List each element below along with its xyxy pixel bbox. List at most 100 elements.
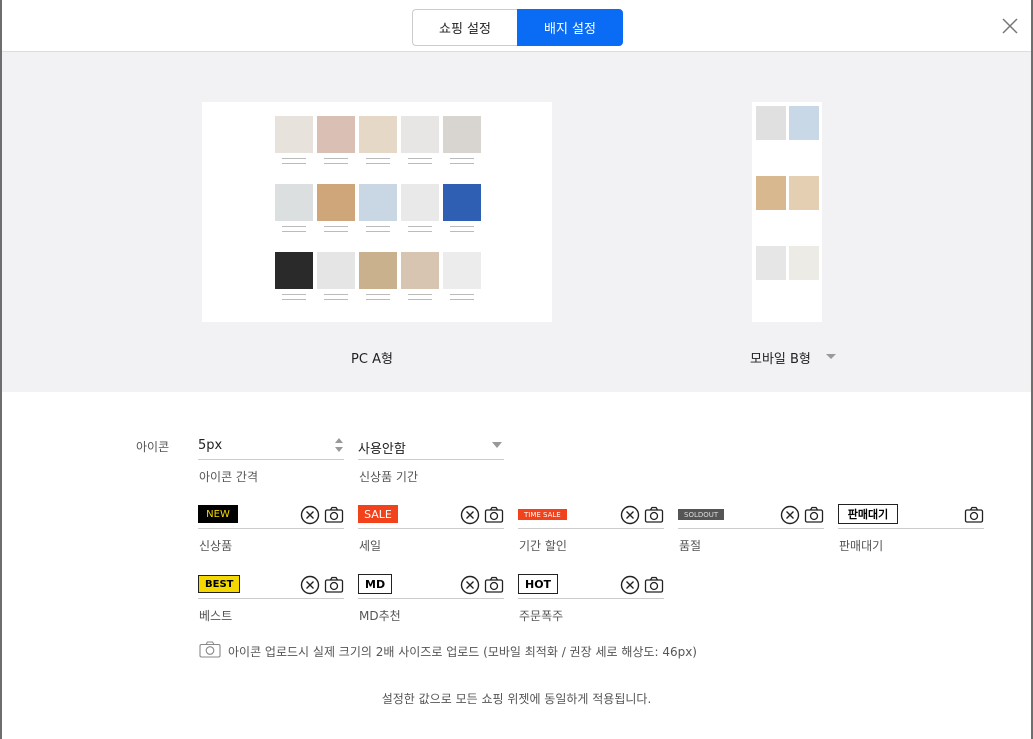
md-badge: MD (358, 574, 393, 594)
camera-icon[interactable] (324, 505, 344, 525)
soldout-badge: SOLDOUT (678, 509, 725, 520)
product-caption-line (450, 231, 474, 232)
product-thumbnail (359, 184, 397, 221)
product-thumbnail (789, 246, 819, 280)
product-caption-line (366, 226, 390, 227)
md-badge-field: MD (358, 569, 504, 599)
tab-shopping-settings[interactable]: 쇼핑 설정 (412, 9, 517, 46)
icon-spacing-caption: 아이콘 간격 (199, 470, 259, 484)
time-sale-badge-field: TIME SALE (518, 499, 664, 529)
chevron-down-icon[interactable] (826, 354, 836, 359)
remove-badge-icon[interactable] (300, 505, 320, 525)
product-thumbnail (359, 252, 397, 289)
new-badge-caption: 신상품 (199, 539, 233, 553)
product-thumbnail (789, 106, 819, 140)
stepper-arrows-icon[interactable] (334, 436, 344, 454)
product-thumbnail (317, 184, 355, 221)
camera-icon[interactable] (964, 505, 984, 525)
sale-badge-field: SALE (358, 499, 504, 529)
tab-group: 쇼핑 설정 배지 설정 (412, 9, 623, 46)
icon-row-label: 아이콘 (136, 440, 170, 454)
product-thumbnail (317, 252, 355, 289)
product-caption-line (324, 299, 348, 300)
product-caption-line (450, 299, 474, 300)
remove-badge-icon[interactable] (620, 575, 640, 595)
remove-badge-icon[interactable] (300, 575, 320, 595)
time-sale-badge-caption: 기간 할인 (519, 539, 567, 553)
hot-badge: HOT (518, 574, 559, 594)
sale-badge-caption: 세일 (359, 539, 382, 553)
remove-badge-icon[interactable] (460, 575, 480, 595)
product-thumbnail (756, 246, 786, 280)
soldout-badge-caption: 품절 (679, 539, 702, 553)
remove-badge-icon[interactable] (780, 505, 800, 525)
product-caption-line (366, 294, 390, 295)
hot-badge-field: HOT (518, 569, 664, 599)
camera-icon[interactable] (324, 575, 344, 595)
product-thumbnail (756, 106, 786, 140)
product-caption-line (282, 163, 306, 164)
product-thumbnail (401, 184, 439, 221)
product-caption-line (282, 294, 306, 295)
product-caption-line (324, 226, 348, 227)
product-thumbnail (275, 252, 313, 289)
waiting-badge: 판매대기 (838, 504, 898, 524)
camera-icon[interactable] (644, 575, 664, 595)
product-thumbnail (756, 176, 786, 210)
badge-settings-modal: 쇼핑 설정 배지 설정 PC A형 모바일 B형 아이콘 5px 아이콘 간격 … (2, 0, 1031, 739)
product-thumbnail (789, 176, 819, 210)
apply-all-note: 설정한 값으로 모든 쇼핑 위젯에 동일하게 적용됩니다. (381, 692, 652, 706)
icon-settings: 아이콘 5px 아이콘 간격 사용안함 신상품 기간 NEW 신상품 SALE 세일 T… (2, 392, 1031, 739)
upload-guide-note: 아이콘 업로드시 실제 크기의 2배 사이즈로 업로드 (모바일 최적화 / 권… (228, 645, 697, 659)
icon-spacing-value: 5px (198, 438, 223, 453)
tab-badge-settings[interactable]: 배지 설정 (517, 9, 623, 46)
modal-header: 쇼핑 설정 배지 설정 (2, 0, 1031, 52)
product-caption-line (366, 158, 390, 159)
remove-badge-icon[interactable] (620, 505, 640, 525)
md-badge-caption: MD추천 (359, 609, 401, 623)
mobile-layout-select[interactable]: 모바일 B형 (750, 348, 811, 367)
product-caption-line (324, 158, 348, 159)
product-thumbnail (275, 184, 313, 221)
waiting-badge-caption: 판매대기 (839, 539, 884, 553)
product-caption-line (408, 299, 432, 300)
best-badge-caption: 베스트 (199, 609, 233, 623)
remove-badge-icon[interactable] (460, 505, 480, 525)
mobile-preview-image[interactable] (752, 102, 822, 322)
product-thumbnail (443, 184, 481, 221)
camera-icon[interactable] (484, 505, 504, 525)
waiting-badge-field: 판매대기 (838, 499, 984, 529)
product-caption-line (408, 158, 432, 159)
new-period-caption: 신상품 기간 (359, 470, 419, 484)
product-thumbnail (401, 116, 439, 153)
product-thumbnail (317, 116, 355, 153)
product-caption-line (282, 299, 306, 300)
pc-layout-label: PC A형 (351, 352, 393, 367)
product-caption-line (282, 226, 306, 227)
new-period-select[interactable]: 사용안함 (358, 430, 504, 460)
close-icon[interactable] (1001, 17, 1019, 35)
new-badge-field: NEW (198, 499, 344, 529)
camera-icon (199, 641, 221, 658)
chevron-down-icon[interactable] (492, 442, 502, 448)
product-caption-line (408, 231, 432, 232)
product-thumbnail (401, 252, 439, 289)
product-caption-line (450, 163, 474, 164)
icon-spacing-stepper[interactable]: 5px (198, 430, 344, 460)
product-caption-line (408, 163, 432, 164)
soldout-badge-field: SOLDOUT (678, 499, 824, 529)
product-caption-line (408, 294, 432, 295)
best-badge: BEST (198, 575, 241, 593)
pc-preview-image[interactable] (202, 102, 552, 322)
product-thumbnail (443, 116, 481, 153)
product-caption-line (324, 163, 348, 164)
camera-icon[interactable] (484, 575, 504, 595)
product-caption-line (324, 231, 348, 232)
product-caption-line (324, 294, 348, 295)
camera-icon[interactable] (644, 505, 664, 525)
new-badge: NEW (198, 505, 238, 523)
product-caption-line (408, 226, 432, 227)
preview-area: PC A형 모바일 B형 (2, 52, 1031, 392)
product-caption-line (366, 163, 390, 164)
camera-icon[interactable] (804, 505, 824, 525)
